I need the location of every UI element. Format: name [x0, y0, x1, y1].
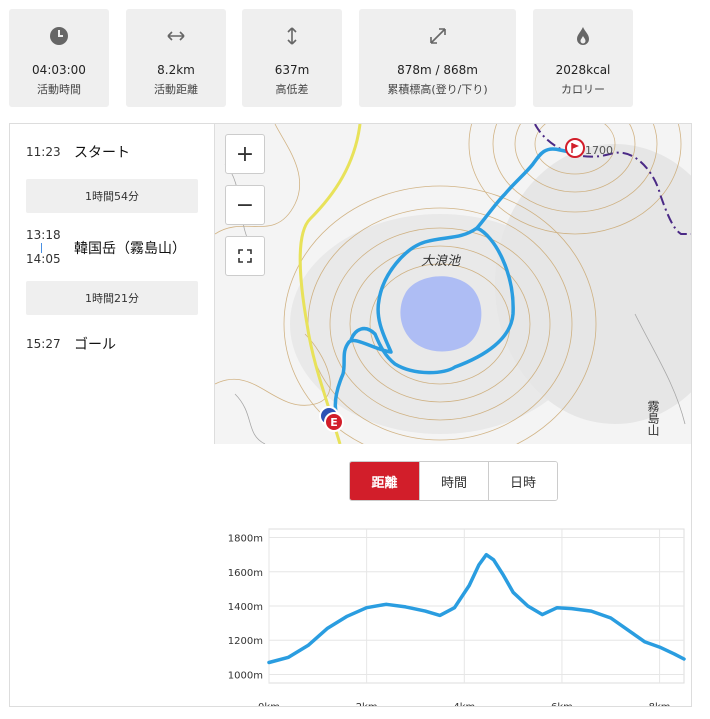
y-tick-label: 1400m: [228, 602, 263, 613]
activity-panel: 11:23 スタート 1時間54分 13:18 14:05 韓国岳（霧島山） 1…: [9, 123, 692, 713]
timeline-summit: 韓国岳（霧島山）: [74, 238, 186, 258]
pond: [400, 276, 482, 352]
timeline-start: 11:23 スタート: [26, 142, 130, 162]
stat-label: カロリー: [561, 83, 605, 96]
stat-label: 活動距離: [154, 83, 198, 96]
flame-icon: [572, 25, 594, 47]
map-canvas: [215, 124, 691, 444]
stats-row: 04:03:00 活動時間 8.2km 活動距離 637m 高低差 878m /…: [0, 0, 710, 112]
tab-datetime[interactable]: 日時: [488, 462, 557, 500]
timeline-goal: 15:27 ゴール: [26, 334, 116, 354]
stat-value: 878m / 868m: [397, 63, 478, 77]
timeline: 11:23 スタート 1時間54分 13:18 14:05 韓国岳（霧島山） 1…: [10, 124, 214, 706]
zoom-in-button[interactable]: +: [225, 134, 265, 174]
tab-time[interactable]: 時間: [419, 462, 488, 500]
vertical-arrows-icon: [281, 25, 303, 47]
y-tick-label: 1800m: [228, 534, 263, 545]
elevation-chart-svg: 1000m 1200m 1400m 1600m 1800m 0km 2km 4km 6km 8km: [228, 528, 686, 713]
fullscreen-icon: [238, 249, 252, 263]
zoom-out-button[interactable]: −: [225, 185, 265, 225]
fullscreen-button[interactable]: [225, 236, 265, 276]
y-tick-label: 1000m: [228, 670, 263, 681]
peak-label: 霧島山: [646, 400, 660, 436]
horizontal-arrows-icon: [165, 25, 187, 47]
tab-distance[interactable]: 距離: [350, 462, 419, 500]
x-tick-label: 2km: [356, 702, 378, 706]
stat-card-distance: 8.2km 活動距離: [126, 9, 226, 107]
timeline-point-name: 韓国岳（霧島山）: [74, 241, 186, 257]
stat-label: 高低差: [275, 83, 309, 96]
pond-label: 大浪池: [421, 254, 461, 269]
stat-value: 637m: [274, 63, 310, 77]
stat-value: 04:03:00: [32, 63, 86, 77]
timeline-leg-duration: 1時間54分: [26, 179, 198, 213]
stat-value: 8.2km: [157, 63, 195, 77]
x-tick-label: 8km: [649, 702, 671, 706]
stat-label: 活動時間: [37, 83, 81, 96]
timeline-leg-duration: 1時間21分: [26, 281, 198, 315]
summit-flag-icon[interactable]: [565, 138, 585, 158]
timeline-time: 11:23: [26, 145, 61, 159]
elevation-chart: 1000m 1200m 1400m 1600m 1800m 0km 2km 4km 6km 8km: [214, 521, 691, 713]
y-tick-label: 1200m: [228, 636, 263, 647]
timeline-time: 15:27: [26, 337, 61, 351]
timeline-time: 13:18: [26, 228, 61, 242]
stat-card-elevation-diff: 637m 高低差: [242, 9, 342, 107]
stat-card-cumulative-elevation: 878m / 868m 累積標高(登り/下り): [359, 9, 516, 107]
contour-label: 1700: [585, 144, 613, 157]
y-tick-label: 1600m: [228, 568, 263, 579]
timeline-point-name: スタート: [74, 145, 130, 161]
timeline-time: 14:05: [26, 252, 61, 266]
x-tick-label: 4km: [453, 702, 475, 706]
stat-card-duration: 04:03:00 活動時間: [9, 9, 109, 107]
stat-card-calories: 2028kcal カロリー: [533, 9, 633, 107]
x-tick-label: 6km: [551, 702, 573, 706]
diagonal-arrows-icon: [427, 25, 449, 47]
clock-icon: [48, 25, 70, 47]
stat-value: 2028kcal: [555, 63, 611, 77]
x-tick-label: 0km: [258, 702, 280, 706]
timeline-point-name: ゴール: [74, 337, 116, 353]
route-end-marker[interactable]: E: [324, 412, 344, 432]
stat-label: 累積標高(登り/下り): [387, 83, 488, 96]
route-map[interactable]: 大浪池 1700 霧島山 E + −: [214, 124, 691, 444]
chart-mode-tabs: 距離 時間 日時: [349, 461, 558, 501]
